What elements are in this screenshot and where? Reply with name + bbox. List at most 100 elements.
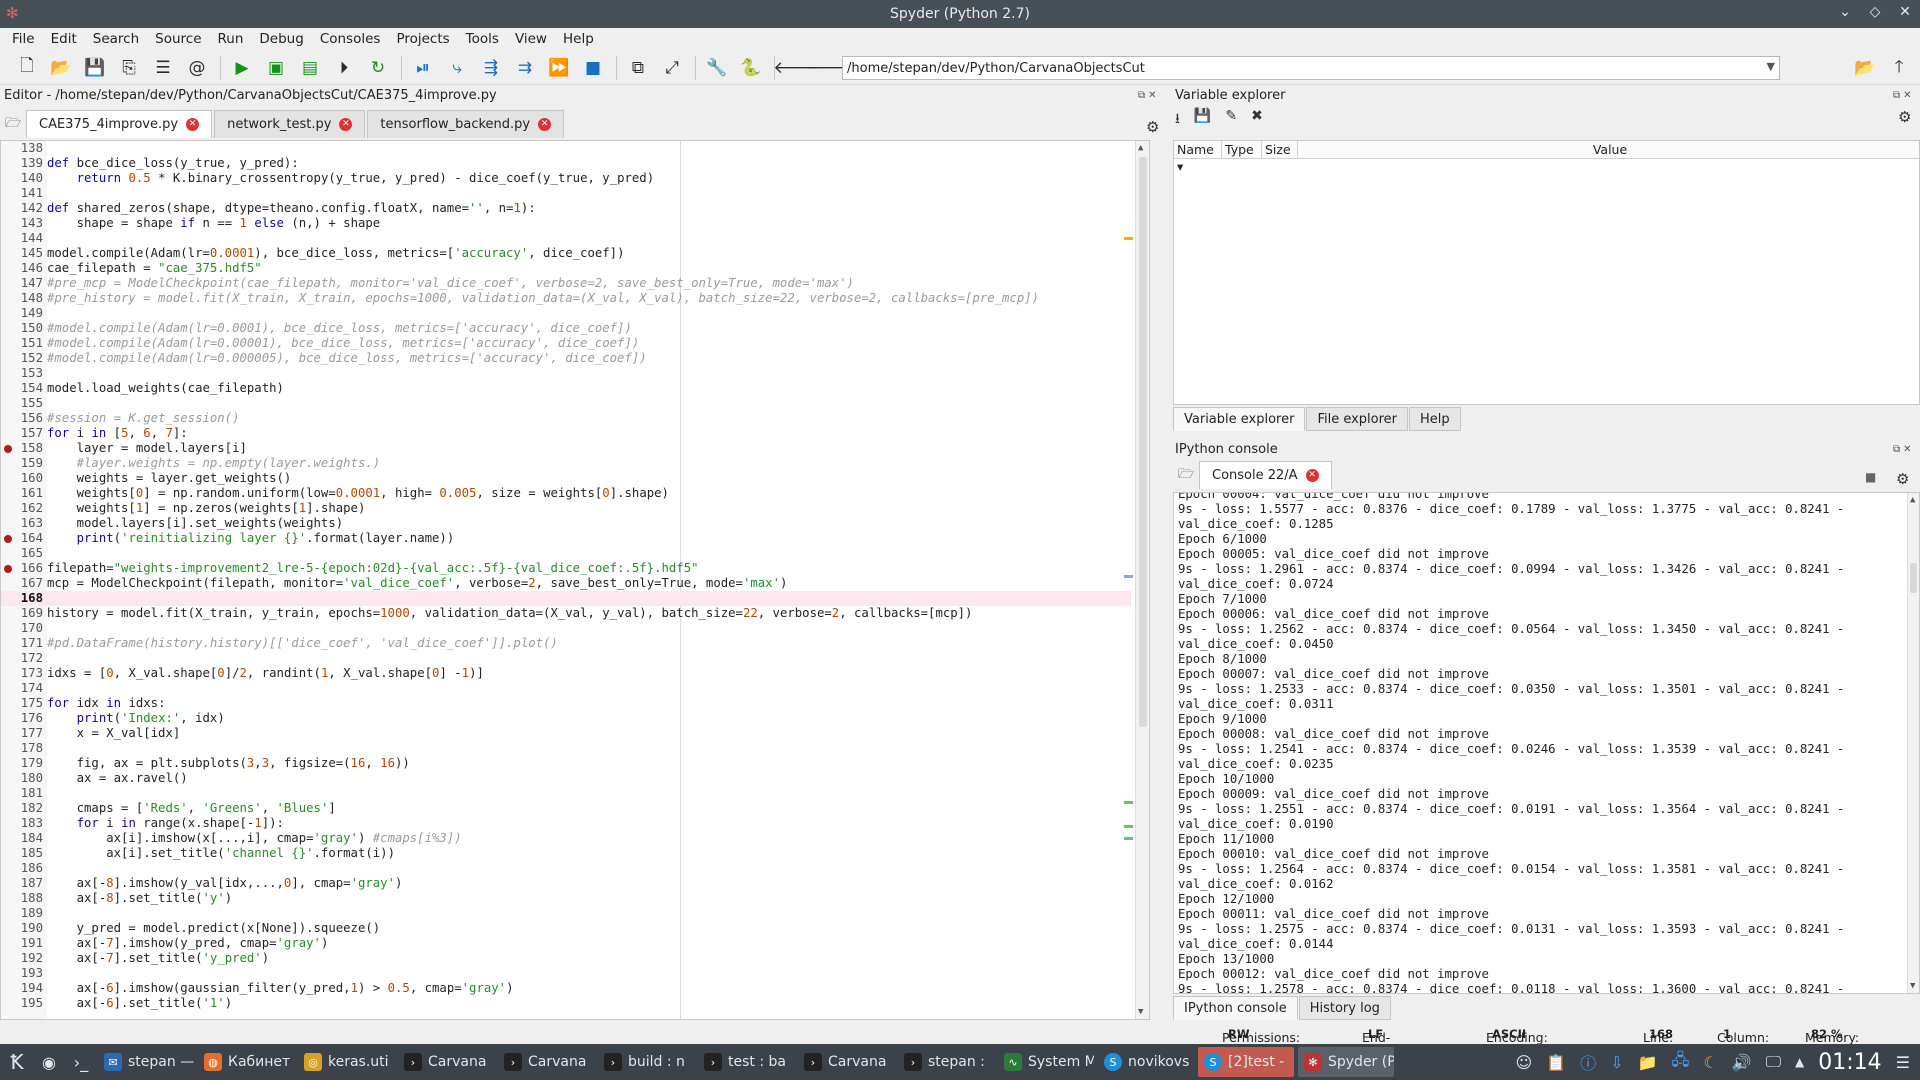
column-size[interactable]: Size: [1262, 141, 1298, 158]
console-output[interactable]: Epoch 00004: val_dice_coef did not impro…: [1173, 492, 1920, 994]
column-type[interactable]: Type: [1222, 141, 1262, 158]
panel-menu-icon[interactable]: ☰: [1896, 1053, 1910, 1072]
code-line[interactable]: 160 weights = layer.get_weights(): [1, 471, 1131, 486]
code-line[interactable]: 172: [1, 651, 1131, 666]
code-line[interactable]: 151 #model.compile(Adam(lr=0.00001), bce_…: [1, 336, 1131, 351]
preferences-wrench-icon[interactable]: 🔧: [704, 55, 730, 81]
working-directory-combobox[interactable]: /home/stepan/dev/Python/CarvanaObjectsCu…: [842, 56, 1780, 80]
at-symbol-icon[interactable]: @: [184, 55, 210, 81]
outline-list-icon[interactable]: ☰: [150, 55, 176, 81]
code-line[interactable]: 182 cmaps = ['Reds', 'Greens', 'Blues']: [1, 801, 1131, 816]
code-line[interactable]: 169 history = model.fit(X_train, y_train,…: [1, 606, 1131, 621]
volume-icon[interactable]: 🔊: [1732, 1053, 1752, 1072]
console-options-gear-icon[interactable]: ⚙: [1896, 470, 1909, 488]
task-carvana-1[interactable]: › Carvana: [398, 1047, 494, 1077]
column-value[interactable]: Value: [1298, 141, 1919, 158]
task-carvana-2[interactable]: › Carvana: [498, 1047, 594, 1077]
close-console-icon[interactable]: ✕: [1305, 469, 1319, 482]
code-line[interactable]: 141: [1, 186, 1131, 201]
minimize-icon[interactable]: ⌄: [1836, 4, 1854, 20]
tab-console-22a[interactable]: Console 22/A ✕: [1199, 461, 1332, 489]
menu-projects[interactable]: Projects: [388, 31, 457, 47]
code-line[interactable]: 184 ax[i].imshow(x[...,i], cmap='gray') …: [1, 831, 1131, 846]
menu-debug[interactable]: Debug: [251, 31, 311, 47]
close-tab-icon[interactable]: ✕: [538, 118, 552, 131]
code-line[interactable]: 179 fig, ax = plt.subplots(3,3, figsize=…: [1, 756, 1131, 771]
code-line[interactable]: 175 for idx in idxs:: [1, 696, 1131, 711]
stop-debug-icon[interactable]: ■: [580, 55, 606, 81]
terminal-icon[interactable]: ›_: [66, 1047, 96, 1077]
task-skype-test[interactable]: S [2]test -: [1198, 1047, 1294, 1077]
debug-icon[interactable]: ⏯: [410, 55, 436, 81]
column-name[interactable]: Name ▾: [1174, 141, 1222, 174]
code-line[interactable]: 138: [1, 141, 1131, 156]
menu-help[interactable]: Help: [555, 31, 602, 47]
menu-tools[interactable]: Tools: [458, 31, 507, 47]
run-icon[interactable]: ▶: [229, 55, 255, 81]
task-kabinet[interactable]: ◍ Кабинет: [198, 1047, 294, 1077]
people-icon[interactable]: ☺: [1516, 1053, 1533, 1072]
python-path-icon[interactable]: 🐍: [738, 55, 764, 81]
code-line[interactable]: 181: [1, 786, 1131, 801]
task-spyder[interactable]: ✻ Spyder (P: [1298, 1047, 1394, 1077]
breakpoint-icon[interactable]: [4, 535, 12, 543]
code-line[interactable]: 180 ax = ax.ravel(): [1, 771, 1131, 786]
task-test[interactable]: › test : ba: [698, 1047, 794, 1077]
tab-history-log[interactable]: History log: [1298, 996, 1391, 1020]
clipboard-icon[interactable]: 📋: [1546, 1053, 1566, 1072]
code-line[interactable]: 185 ax[i].set_title('channel {}'.format(…: [1, 846, 1131, 861]
folder-icon[interactable]: 📁: [1638, 1053, 1658, 1072]
menu-source[interactable]: Source: [147, 31, 209, 47]
code-line[interactable]: 186: [1, 861, 1131, 876]
code-line[interactable]: 171 #pd.DataFrame(history.history)[['dice…: [1, 636, 1131, 651]
code-line[interactable]: 178: [1, 741, 1131, 756]
task-skype-novikov[interactable]: Snovikovs: [1098, 1047, 1194, 1077]
code-line[interactable]: 147 #pre_mcp = ModelCheckpoint(cae_filepa…: [1, 276, 1131, 291]
display-icon[interactable]: 🖵: [1766, 1052, 1781, 1072]
code-line[interactable]: 187 ax[-8].imshow(y_val[idx,...,0], cmap…: [1, 876, 1131, 891]
code-line[interactable]: 154 model.load_weights(cae_filepath): [1, 381, 1131, 396]
code-line[interactable]: 142 def shared_zeros(shape, dtype=theano.…: [1, 201, 1131, 216]
code-line[interactable]: 146 cae_filepath = "cae_375.hdf5": [1, 261, 1131, 276]
code-line[interactable]: 174: [1, 681, 1131, 696]
code-line[interactable]: 157 for i in [5, 6, 7]:: [1, 426, 1131, 441]
menu-view[interactable]: View: [507, 31, 555, 47]
updates-icon[interactable]: ⇩: [1610, 1053, 1623, 1072]
code-line[interactable]: 176 print('Index:', idx): [1, 711, 1131, 726]
code-line[interactable]: 150 #model.compile(Adam(lr=0.0001), bce_d…: [1, 321, 1131, 336]
code-line[interactable]: 155: [1, 396, 1131, 411]
close-tab-icon[interactable]: ✕: [186, 118, 200, 131]
code-line[interactable]: 149: [1, 306, 1131, 321]
step-into-icon[interactable]: ⇶: [478, 55, 504, 81]
code-line[interactable]: 144: [1, 231, 1131, 246]
step-icon[interactable]: ⤷: [444, 55, 470, 81]
scroll-down-icon[interactable]: ▼: [1910, 981, 1915, 991]
vx-undock-close-icons[interactable]: ⧉✕: [1893, 90, 1915, 101]
save-data-as-icon[interactable]: ✎: [1225, 108, 1237, 132]
save-icon[interactable]: 💾: [82, 55, 108, 81]
run-cell-icon[interactable]: ▣: [263, 55, 289, 81]
task-stepan-terminal[interactable]: › stepan :: [898, 1047, 994, 1077]
run-cell-advance-icon[interactable]: ▤: [297, 55, 323, 81]
code-line[interactable]: 190 y_pred = model.predict(x[None]).sque…: [1, 921, 1131, 936]
browse-folder-icon[interactable]: 📂: [1852, 56, 1878, 80]
code-line[interactable]: 153: [1, 366, 1131, 381]
code-line[interactable]: 177 x = X_val[idx]: [1, 726, 1131, 741]
tab-network-test[interactable]: network_test.py ✕: [214, 110, 366, 138]
back-arrow-icon[interactable]: 🡐: [773, 55, 819, 81]
network-icon[interactable]: 🖧: [1671, 1049, 1689, 1076]
scroll-up-icon[interactable]: ▲: [1138, 143, 1143, 153]
code-line[interactable]: 143 shape = shape if n == 1 else (n,) + …: [1, 216, 1131, 231]
code-line[interactable]: 140 return 0.5 * K.binary_crossentropy(y…: [1, 171, 1131, 186]
eye-app-icon[interactable]: ◉: [34, 1047, 64, 1077]
tab-ipython-console[interactable]: IPython console: [1173, 996, 1298, 1020]
code-line[interactable]: 161 weights[0] = np.random.uniform(low=0…: [1, 486, 1131, 501]
editor-scrollbar[interactable]: ▲ ▼: [1135, 141, 1149, 1019]
code-line[interactable]: 139 def bce_dice_loss(y_true, y_pred):: [1, 156, 1131, 171]
code-line[interactable]: 163 model.layers[i].set_weights(weights): [1, 516, 1131, 531]
info-icon[interactable]: ⓘ: [1580, 1050, 1596, 1074]
code-line[interactable]: 192 ax[-7].set_title('y_pred'): [1, 951, 1131, 966]
browse-consoles-icon[interactable]: 🗁: [1173, 463, 1199, 489]
save-all-icon[interactable]: ⎘: [116, 55, 142, 81]
chevron-down-icon[interactable]: ▼: [1767, 60, 1775, 73]
